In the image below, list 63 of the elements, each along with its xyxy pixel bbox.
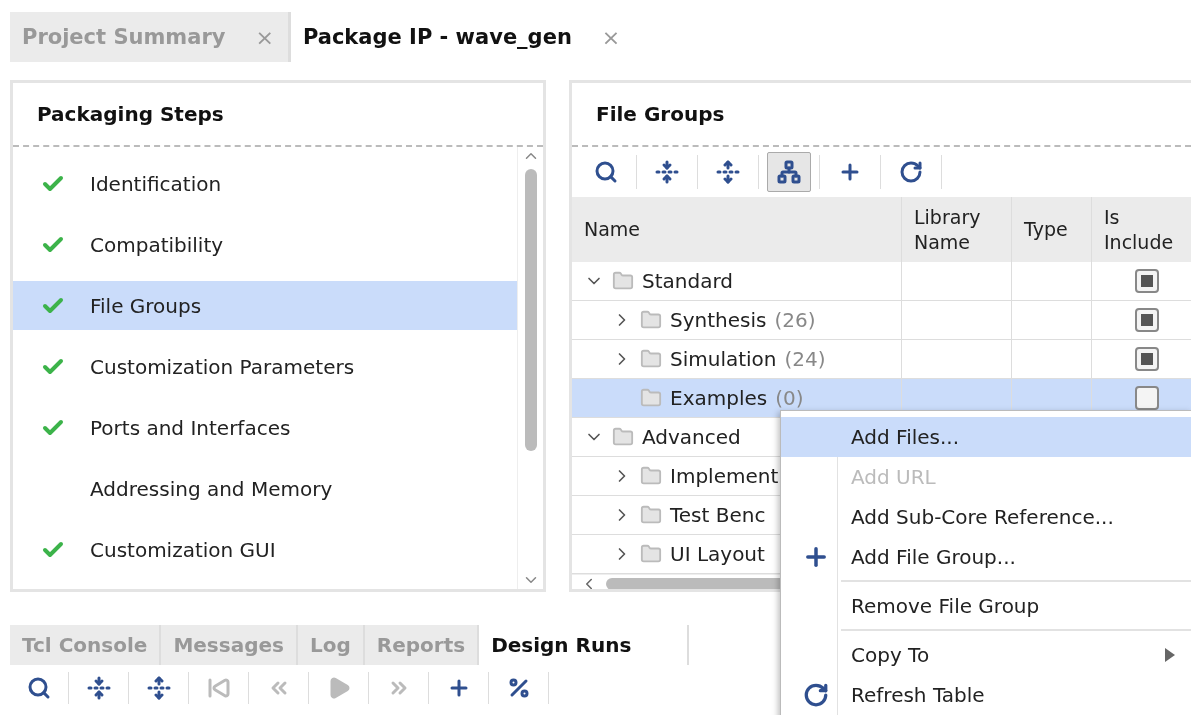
step-label: Identification (90, 171, 222, 196)
step-label: Ports and Interfaces (90, 415, 291, 440)
file-count: (26) (774, 308, 816, 332)
include-checkbox[interactable] (1134, 347, 1159, 371)
tree-item[interactable]: Examples (0) (572, 379, 902, 418)
tree-item-label: Simulation (670, 347, 777, 371)
file-count: (24) (784, 347, 826, 371)
folder-icon (612, 270, 634, 292)
menu-item[interactable]: Add Files... (781, 417, 1191, 457)
submenu-arrow-icon (1165, 648, 1175, 662)
step-item[interactable]: Ports and Interfaces (13, 403, 517, 452)
panel-title: File Groups (572, 83, 1191, 147)
tree-item-label: Implement (670, 464, 779, 488)
step-item[interactable]: Addressing and Memory (13, 464, 517, 513)
step-item[interactable]: File Groups (13, 281, 517, 330)
panel-title: Packaging Steps (13, 83, 543, 147)
tree-item-label: Synthesis (670, 308, 767, 332)
step-label: Compatibility (90, 232, 224, 257)
expand-icon (716, 160, 740, 184)
step-item[interactable]: Customization GUI (13, 525, 517, 574)
step-label: Addressing and Memory (90, 476, 333, 501)
include-checkbox[interactable] (1134, 308, 1159, 332)
column-header[interactable]: Library Name (902, 197, 1012, 262)
tab-label: Project Summary (22, 25, 226, 49)
tree-item[interactable]: Synthesis (26) (572, 301, 902, 340)
expand-icon (147, 675, 171, 700)
step-item[interactable]: Customization Parameters (13, 342, 517, 391)
tree-item-label: Standard (642, 269, 733, 293)
step-label: Customization GUI (90, 537, 276, 562)
search-icon (594, 160, 618, 184)
menu-item[interactable]: Remove File Group (781, 577, 1191, 626)
tree-item[interactable]: Simulation (24) (572, 340, 902, 379)
column-header[interactable]: Is Include (1092, 197, 1191, 262)
search-icon (27, 675, 51, 700)
step-label: Customization Parameters (90, 354, 355, 379)
folder-icon (612, 426, 634, 448)
tree-item-label: Advanced (642, 425, 741, 449)
refresh-icon (803, 682, 829, 708)
step-item[interactable]: Identification (13, 159, 517, 208)
folder-icon (640, 387, 662, 409)
column-header[interactable]: Name (572, 197, 902, 262)
step-label: File Groups (90, 293, 202, 318)
refresh-icon (899, 160, 923, 184)
tree-item-label: Examples (670, 386, 768, 410)
include-checkbox[interactable] (1134, 386, 1159, 410)
menu-item[interactable]: Refresh Table (781, 675, 1191, 715)
folder-icon (640, 348, 662, 370)
tab-label: Package IP - wave_gen (302, 25, 572, 49)
collapse-icon (87, 675, 111, 700)
folder-icon (640, 465, 662, 487)
folder-icon (640, 309, 662, 331)
collapse-icon (655, 160, 679, 184)
folder-icon (640, 504, 662, 526)
tree-item[interactable]: Standard (572, 262, 902, 301)
hierarchy-icon (777, 160, 801, 184)
tree-item-label: Test Benc (670, 503, 766, 527)
include-checkbox[interactable] (1134, 269, 1159, 293)
column-header[interactable]: Type (1012, 197, 1092, 262)
folder-icon (640, 543, 662, 565)
menu-item[interactable]: Copy To (781, 626, 1191, 675)
file-count: (0) (775, 386, 804, 410)
tree-item-label: UI Layout (670, 542, 765, 566)
step-item[interactable]: Compatibility (13, 220, 517, 269)
